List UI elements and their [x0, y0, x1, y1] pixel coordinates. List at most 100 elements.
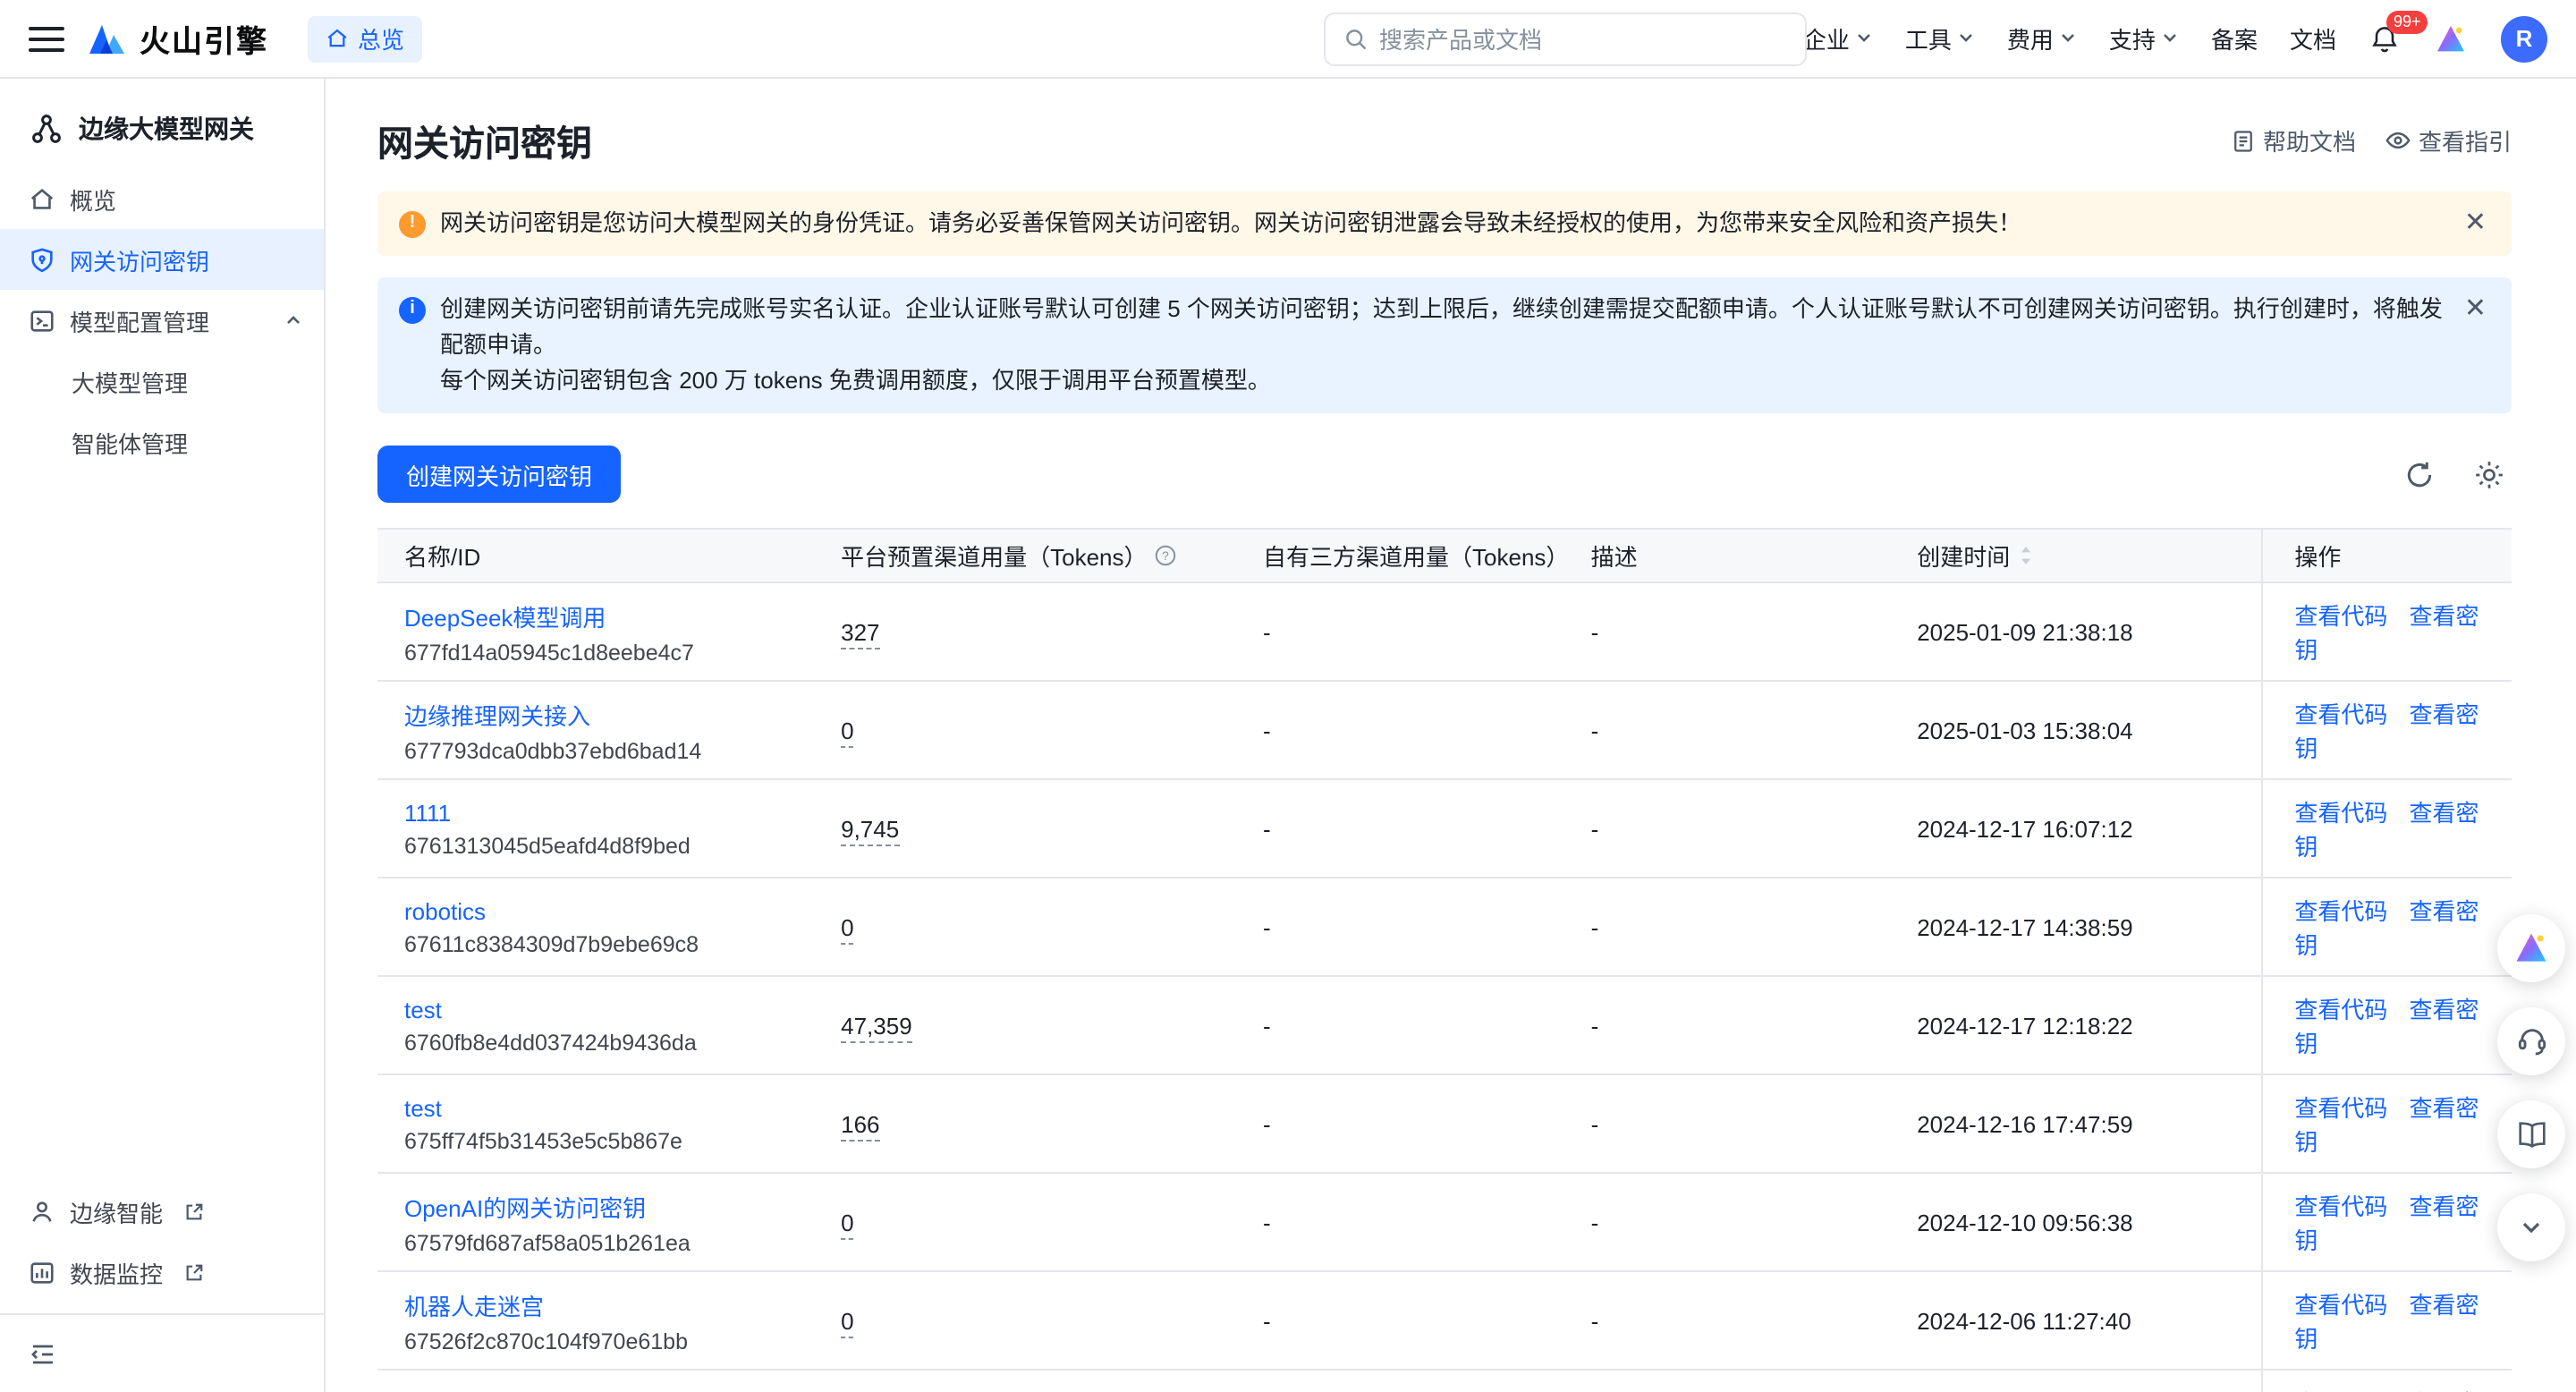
access-key-name-link[interactable]: robotics	[404, 897, 486, 924]
platform-usage-value[interactable]: 327	[841, 618, 879, 649]
info-banner-line2: 每个网关访问密钥包含 200 万 tokens 免费调用额度，仅限于调用平台预置…	[440, 367, 1271, 394]
customer-support-fab[interactable]	[2497, 1007, 2565, 1075]
cell-name-id: test 675ff74f5b31453e5c5b867e	[377, 1074, 814, 1173]
view-guide-link[interactable]: 查看指引	[2385, 123, 2512, 157]
sidebar-item-llm-management[interactable]: 大模型管理	[0, 351, 324, 412]
close-icon[interactable]: ✕	[2461, 206, 2490, 242]
search-box[interactable]	[1324, 13, 1807, 66]
cell-actions: 查看代码查看密钥	[2261, 976, 2512, 1074]
platform-usage-value[interactable]: 0	[841, 1209, 853, 1239]
sidebar-item-access-keys[interactable]: 网关访问密钥	[0, 229, 324, 290]
platform-usage-value[interactable]: 0	[841, 1307, 853, 1337]
view-code-link[interactable]: 查看代码	[2294, 1095, 2387, 1122]
view-code-link[interactable]: 查看代码	[2294, 1193, 2387, 1220]
menu-docs[interactable]: 文档	[2290, 21, 2336, 55]
menu-support[interactable]: 支持	[2109, 21, 2179, 55]
view-code-link[interactable]: 查看代码	[2294, 800, 2387, 827]
brand[interactable]: 火山引擎	[86, 16, 268, 61]
platform-usage-value[interactable]: 0	[841, 717, 853, 747]
hamburger-menu-icon[interactable]	[29, 21, 64, 56]
cell-actions: 查看代码查看密钥	[2261, 681, 2512, 779]
access-key-name-link[interactable]: 机器人走迷宫	[404, 1287, 544, 1321]
cell-own-usage: -	[1236, 1074, 1564, 1173]
help-question-icon[interactable]: ?	[1155, 544, 1178, 567]
access-key-id: 6761313045d5eafd4d8f9bed	[404, 833, 814, 858]
info-banner-text: 创建网关访问密钥前请先完成账号实名认证。企业认证账号默认可创建 5 个网关访问密…	[440, 292, 2446, 399]
settings-gear-button[interactable]	[2467, 452, 2512, 497]
col-header-own-usage: 自有三方渠道用量（Tokens）	[1236, 529, 1564, 582]
ai-assistant-icon[interactable]	[2433, 21, 2469, 56]
docs-book-fab[interactable]	[2497, 1100, 2565, 1168]
menu-filing[interactable]: 备案	[2211, 21, 2258, 55]
platform-usage-value[interactable]: 0	[841, 913, 853, 944]
col-header-name-id: 名称/ID	[377, 529, 814, 582]
access-key-id: 67611c8384309d7b9ebe69c8	[404, 931, 814, 956]
view-code-link[interactable]: 查看代码	[2294, 898, 2387, 925]
access-key-name-link[interactable]: OpenAI的网关访问密钥	[404, 1189, 646, 1223]
menu-tools[interactable]: 工具	[1905, 21, 1975, 55]
topbar: 火山引擎 总览 企业 工具 费用 支持 备案 文档 99+	[0, 0, 2576, 79]
cell-name-id: 机器人走迷宫 67526f2c870c104f970e61bb	[377, 1271, 814, 1370]
sidebar-item-agent-management[interactable]: 智能体管理	[0, 412, 324, 472]
chevron-down-icon	[1855, 25, 1873, 52]
description-value: -	[1591, 1012, 1599, 1039]
cell-description: -	[1564, 582, 1891, 681]
sidebar-menu: 概览 网关访问密钥 模型配置管理 大模型管理 智能体管理	[0, 168, 324, 472]
sidebar-footer: 边缘智能 数据监控	[0, 1181, 324, 1313]
cell-name-id: test 6760fb8e4dd037424b9436da	[377, 976, 814, 1074]
collapse-chevron-fab[interactable]	[2497, 1193, 2565, 1261]
sort-icon[interactable]	[2017, 544, 2033, 567]
view-code-link[interactable]: 查看代码	[2294, 1292, 2387, 1319]
info-banner: i 创建网关访问密钥前请先完成账号实名认证。企业认证账号默认可创建 5 个网关访…	[377, 277, 2512, 413]
search-input[interactable]	[1379, 26, 1787, 53]
view-code-link[interactable]: 查看代码	[2294, 701, 2387, 728]
platform-usage-value[interactable]: 9,745	[841, 815, 899, 845]
close-icon[interactable]: ✕	[2461, 292, 2490, 327]
access-key-name-link[interactable]: 边缘推理网关接入	[404, 697, 590, 731]
access-key-name-link[interactable]: 1111	[404, 799, 451, 826]
table-body: DeepSeek模型调用 677fd14a05945c1d8eebe4c7 32…	[377, 582, 2512, 1392]
main-content: 网关访问密钥 帮助文档 查看指引 ! 网关访问密钥是您访问大模型网关的身份凭证。…	[326, 79, 2576, 1392]
overview-tab[interactable]: 总览	[308, 15, 422, 62]
access-key-name-link[interactable]: test	[404, 996, 442, 1023]
table-row: robotics 67611c8384309d7b9ebe69c8 0 - - …	[377, 878, 2512, 976]
platform-usage-value[interactable]: 47,359	[841, 1012, 912, 1042]
refresh-button[interactable]	[2397, 452, 2442, 497]
sidebar-item-overview[interactable]: 概览	[0, 168, 324, 229]
col-header-created: 创建时间	[1890, 529, 2261, 582]
access-key-id: 6760fb8e4dd037424b9436da	[404, 1030, 814, 1055]
topbar-right: 企业 工具 费用 支持 备案 文档 99+ R	[1803, 15, 2547, 62]
col-header-platform-usage: 平台预置渠道用量（Tokens） ?	[814, 529, 1236, 582]
sidebar-item-edge-intelligence[interactable]: 边缘智能	[0, 1181, 324, 1242]
view-code-link[interactable]: 查看代码	[2294, 603, 2387, 630]
menu-billing[interactable]: 费用	[2007, 21, 2077, 55]
home-icon	[29, 185, 55, 212]
cell-description: -	[1564, 779, 1891, 878]
eye-icon	[2385, 127, 2411, 154]
access-key-name-link[interactable]: DeepSeek模型调用	[404, 598, 606, 632]
cell-platform-usage: 327	[814, 582, 1236, 681]
table-row: DeepSeek模型调用 677fd14a05945c1d8eebe4c7 32…	[377, 582, 2512, 681]
cell-actions: 查看代码查看密钥	[2261, 1173, 2512, 1271]
shield-key-icon	[29, 246, 55, 273]
notification-bell-icon[interactable]: 99+	[2368, 22, 2401, 55]
sidebar-item-model-config[interactable]: 模型配置管理	[0, 290, 324, 351]
sidebar-collapse-button[interactable]	[0, 1313, 324, 1392]
user-avatar[interactable]: R	[2501, 15, 2547, 62]
view-code-link[interactable]: 查看代码	[2294, 997, 2387, 1023]
create-access-key-button[interactable]: 创建网关访问密钥	[377, 446, 621, 503]
description-value: -	[1591, 618, 1599, 645]
cell-platform-usage: 0	[814, 681, 1236, 779]
access-key-name-link[interactable]: test	[404, 1094, 442, 1121]
cell-platform-usage: 0	[814, 878, 1236, 976]
ai-assistant-fab[interactable]	[2497, 914, 2565, 982]
sidebar-item-data-monitoring[interactable]: 数据监控	[0, 1242, 324, 1303]
external-link-icon	[184, 1262, 204, 1282]
document-icon	[2231, 128, 2256, 153]
menu-enterprise[interactable]: 企业	[1803, 21, 1873, 55]
cell-actions: 查看代码查看密钥	[2261, 1370, 2512, 1392]
gateway-product-icon	[29, 111, 64, 147]
cell-own-usage: -	[1236, 976, 1564, 1074]
platform-usage-value[interactable]: 166	[841, 1110, 879, 1141]
help-doc-link[interactable]: 帮助文档	[2231, 123, 2356, 157]
